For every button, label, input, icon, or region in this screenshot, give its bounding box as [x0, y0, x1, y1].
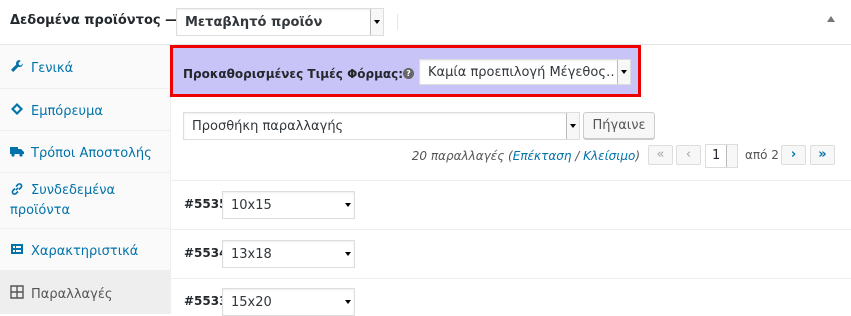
- product-data-title: Δεδομένα προϊόντος —: [10, 13, 179, 28]
- count-slash: /: [571, 149, 584, 163]
- variation-id: #5533: [184, 294, 228, 308]
- next-page-button[interactable]: ›: [781, 145, 806, 165]
- go-button[interactable]: Πήγαινε: [583, 112, 655, 139]
- variation-row[interactable]: #5533 15x20: [170, 279, 851, 316]
- collapse-arrow-icon[interactable]: [827, 16, 835, 22]
- variation-row[interactable]: #5534 13x18: [170, 230, 851, 279]
- tab-attributes-label: Χαρακτηριστικά: [31, 244, 139, 259]
- variation-row[interactable]: #5535 10x15: [170, 181, 851, 230]
- tab-linked-products-label-1: Συνδεδεμένα: [31, 183, 116, 198]
- product-data-header: Δεδομένα προϊόντος — Μεταβλητό προϊόν: [0, 0, 851, 45]
- tab-linked-products[interactable]: Συνδεδεμένα προϊόντα: [0, 173, 170, 229]
- chevron-down-icon: [726, 145, 737, 167]
- tab-general-label: Γενικά: [31, 61, 74, 76]
- page-total: από 2: [745, 148, 779, 162]
- grid-icon: [10, 285, 24, 299]
- chevron-down-icon: [342, 192, 354, 218]
- close-link[interactable]: Κλείσιμο: [583, 149, 635, 163]
- truck-icon: [10, 147, 24, 157]
- variation-size-value: 15x20: [231, 295, 272, 310]
- default-form-values-label: Προκαθορισμένες Τιμές Φόρμας:: [183, 67, 404, 81]
- tab-shipping[interactable]: Τρόποι Αποστολής: [0, 131, 170, 173]
- tab-linked-products-label-2: προϊόντα: [10, 203, 71, 218]
- variation-size-value: 13x18: [231, 247, 272, 262]
- first-page-button[interactable]: «: [648, 145, 673, 165]
- chevron-down-icon: [342, 241, 354, 267]
- wrench-icon: [11, 60, 23, 72]
- tab-variations-label: Παραλλαγές: [31, 287, 113, 302]
- last-page-button[interactable]: »: [810, 145, 835, 165]
- tab-shipping-label: Τρόποι Αποστολής: [31, 146, 152, 161]
- variation-action-select[interactable]: Προσθήκη παραλλαγής: [183, 112, 580, 140]
- default-form-values: Προκαθορισμένες Τιμές Φόρμας: ? Καμία πρ…: [170, 45, 641, 97]
- tab-general[interactable]: Γενικά: [0, 45, 170, 89]
- variation-size-select[interactable]: 10x15: [222, 191, 355, 219]
- chevron-down-icon: [617, 60, 630, 84]
- variation-size-select[interactable]: 15x20: [222, 288, 355, 316]
- link-icon: [11, 183, 23, 195]
- product-type-select[interactable]: Μεταβλητό προϊόν: [176, 8, 384, 36]
- variation-size-select[interactable]: 13x18: [222, 240, 355, 268]
- default-size-select[interactable]: Καμία προεπιλογή Μέγεθος…: [419, 59, 631, 85]
- count-prefix: 20 παραλλαγές (: [411, 149, 513, 163]
- expand-link[interactable]: Επέκταση: [513, 149, 572, 163]
- tab-attributes[interactable]: Χαρακτηριστικά: [0, 229, 170, 271]
- tab-inventory-label: Εμπόρευμα: [31, 104, 103, 119]
- tab-inventory[interactable]: Εμπόρευμα: [0, 89, 170, 131]
- variation-id: #5535: [184, 197, 228, 211]
- page-select-value: 1: [712, 148, 721, 163]
- count-suffix: ): [635, 149, 640, 163]
- variation-size-value: 10x15: [231, 198, 272, 213]
- tab-variations[interactable]: Παραλλαγές: [0, 271, 170, 314]
- chevron-down-icon: [342, 289, 354, 315]
- variation-action-value: Προσθήκη παραλλαγής: [192, 119, 344, 134]
- product-type-value: Μεταβλητό προϊόν: [185, 15, 323, 30]
- help-icon[interactable]: ?: [403, 68, 414, 79]
- header-separator: [397, 14, 398, 30]
- chevron-down-icon: [566, 113, 579, 139]
- default-size-value: Καμία προεπιλογή Μέγεθος…: [428, 65, 616, 80]
- chevron-down-icon: [370, 9, 383, 35]
- product-data-tabs: Γενικά Εμπόρευμα Τρόποι Αποστολής Συνδεδ…: [0, 45, 171, 314]
- variations-toolbar: Προσθήκη παραλλαγής Πήγαινε 20 παραλλαγέ…: [170, 100, 851, 181]
- page-select[interactable]: 1: [705, 144, 738, 168]
- prev-page-button[interactable]: ‹: [676, 145, 701, 165]
- variation-id: #5534: [184, 246, 228, 260]
- list-icon: [11, 244, 23, 254]
- variations-count: 20 παραλλαγές (Επέκταση / Κλείσιμο): [412, 149, 640, 163]
- tag-icon: [11, 103, 23, 115]
